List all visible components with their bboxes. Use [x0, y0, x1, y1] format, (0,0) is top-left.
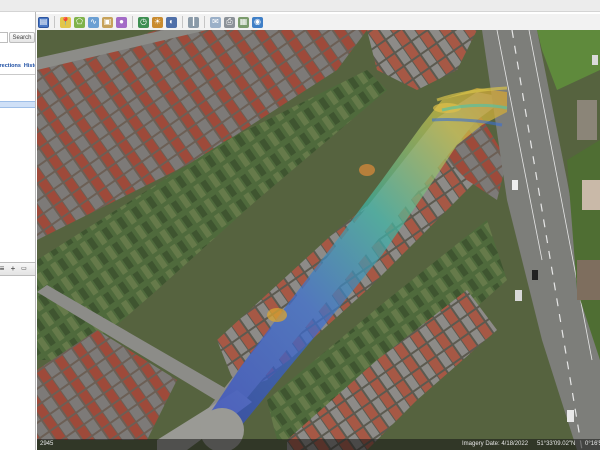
- toolbar-separator: [204, 16, 205, 28]
- coordinates-readout: 51°33'09.02"N: [537, 441, 576, 447]
- toolbar: ▤ 📍 ⬠ ∿ ▣ ● ◷ ☀ ◐ ┃ ✉ ⎙ ▦ ◉: [36, 14, 600, 30]
- panel-button-strip: ≡ + ▭: [0, 262, 35, 276]
- folder-icon[interactable]: ▭: [20, 265, 28, 273]
- map-view[interactable]: 2945 Imagery Date: 4/18/2022 51°33'09.02…: [37, 30, 600, 450]
- print-icon[interactable]: ⎙: [224, 16, 235, 28]
- imagery-date: Imagery Date: 4/18/2022: [462, 441, 529, 447]
- historical-imagery-icon[interactable]: ◷: [138, 16, 149, 28]
- tab-directions[interactable]: Directions: [0, 63, 21, 73]
- sidebar-tabs: Directions History: [0, 63, 35, 73]
- maps-icon[interactable]: ◉: [252, 16, 263, 28]
- tab-history[interactable]: History: [24, 63, 35, 73]
- polygon-icon[interactable]: ⬠: [74, 16, 85, 28]
- search-row: Search: [0, 32, 35, 44]
- search-button[interactable]: Search: [9, 32, 35, 43]
- elevation-readout: 0°16'5: [585, 441, 600, 447]
- status-left-text: 2945: [40, 441, 54, 447]
- record-tour-icon[interactable]: ●: [116, 16, 127, 28]
- image-overlay-icon[interactable]: ▣: [102, 16, 113, 28]
- toolbar-separator: [54, 16, 55, 28]
- placemark-icon[interactable]: 📍: [60, 16, 71, 28]
- status-bar: 2945 Imagery Date: 4/18/2022 51°33'09.02…: [37, 439, 600, 450]
- toolbar-separator: [132, 16, 133, 28]
- add-icon[interactable]: +: [9, 265, 17, 273]
- path-icon[interactable]: ∿: [88, 16, 99, 28]
- list-icon[interactable]: ≡: [0, 265, 6, 273]
- tab-divider: [0, 74, 35, 75]
- window-top-strip: [0, 0, 600, 12]
- save-image-icon[interactable]: ▦: [238, 16, 249, 28]
- sun-icon[interactable]: ☀: [152, 16, 163, 28]
- ruler-icon[interactable]: ┃: [188, 16, 199, 28]
- planets-icon[interactable]: ◐: [166, 16, 177, 28]
- selected-list-item[interactable]: [0, 101, 35, 108]
- sidebar-panel: Search Directions History ≡ + ▭: [0, 12, 36, 450]
- satellite-imagery: [37, 30, 600, 450]
- toolbar-separator: [182, 16, 183, 28]
- sidebar-toggle-icon[interactable]: ▤: [38, 16, 49, 28]
- search-input[interactable]: [0, 32, 8, 43]
- email-icon[interactable]: ✉: [210, 16, 221, 28]
